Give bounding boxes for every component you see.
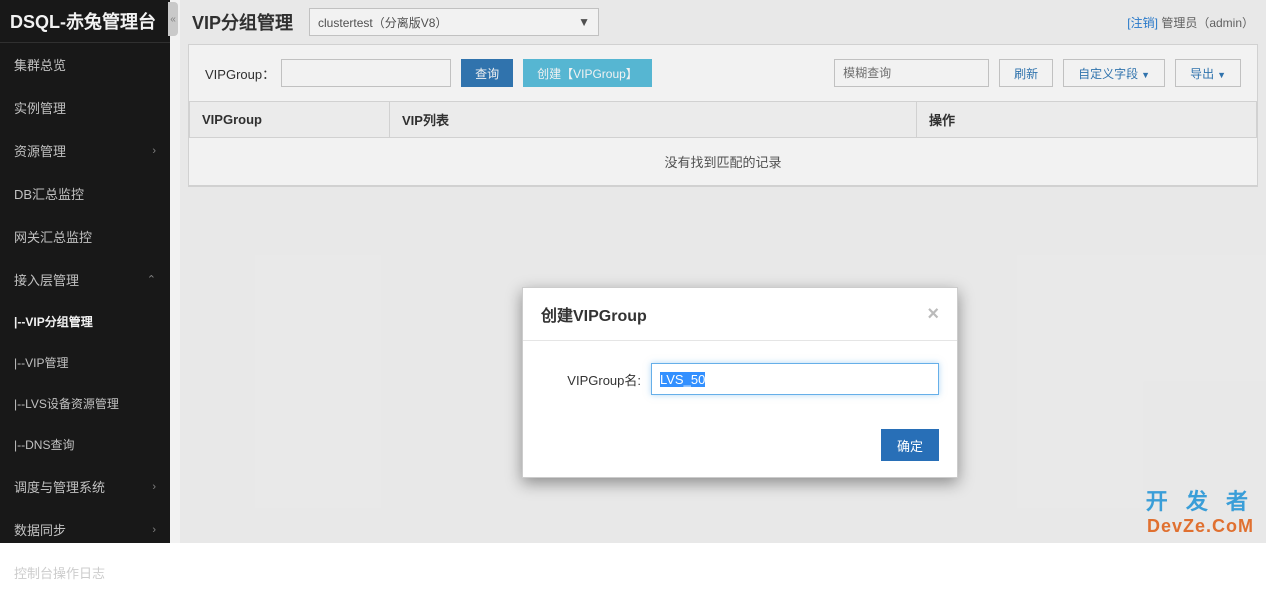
watermark-en: DevZe.CoM <box>1146 516 1254 537</box>
watermark-cn: 开 发 者 <box>1146 484 1254 516</box>
modal-footer: 确定 <box>523 417 957 477</box>
modal-close-button[interactable]: × <box>927 304 939 324</box>
vipgroup-name-input[interactable] <box>651 363 939 395</box>
modal-body: VIPGroup名: <box>523 341 957 417</box>
confirm-button[interactable]: 确定 <box>881 429 939 461</box>
modal-title: 创建VIPGroup <box>541 302 647 326</box>
sidebar-item-label: 控制台操作日志 <box>14 563 105 582</box>
watermark: 开 发 者 DevZe.CoM <box>1146 484 1254 537</box>
modal-header: 创建VIPGroup × <box>523 288 957 341</box>
create-vipgroup-modal: 创建VIPGroup × VIPGroup名: 确定 <box>522 287 958 478</box>
vipgroup-name-label: VIPGroup名: <box>541 370 641 389</box>
sidebar-item-console-log[interactable]: 控制台操作日志 <box>0 551 170 594</box>
